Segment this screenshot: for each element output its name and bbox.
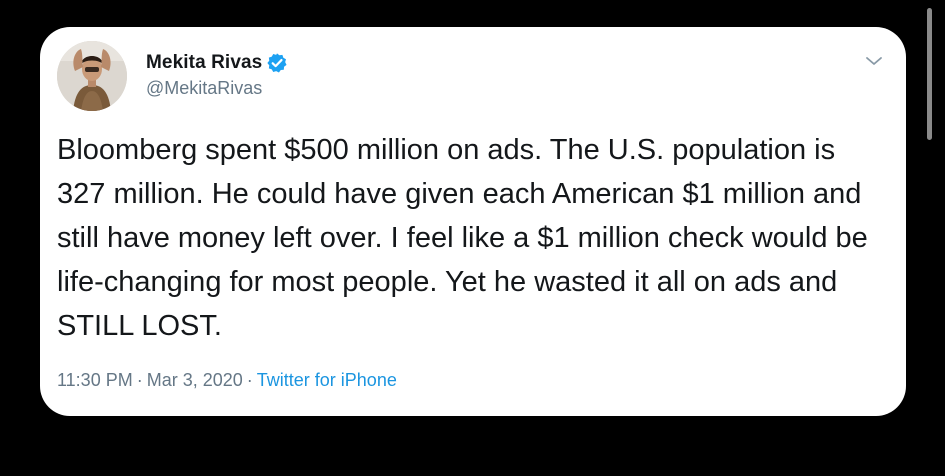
tweet-date[interactable]: Mar 3, 2020 [147,370,243,390]
avatar[interactable] [57,41,127,111]
meta-separator: · [136,370,143,390]
avatar-photo [57,41,127,111]
tweet-source-link[interactable]: Twitter for iPhone [257,370,397,390]
meta-separator: · [246,370,253,390]
scrollbar[interactable] [927,8,932,140]
tweet-card: Mekita Rivas @MekitaRivas Bloomberg spen… [40,27,906,416]
screenshot-frame: Mekita Rivas @MekitaRivas Bloomberg spen… [0,0,945,476]
author-handle[interactable]: @MekitaRivas [146,78,262,99]
chevron-down-icon[interactable] [864,54,884,68]
tweet-time[interactable]: 11:30 PM [57,370,133,390]
author-name-row[interactable]: Mekita Rivas [146,49,288,77]
author-display-name[interactable]: Mekita Rivas [146,52,262,74]
verified-badge-icon [266,52,288,74]
tweet-metadata: 11:30 PM · Mar 3, 2020 · Twitter for iPhone [57,370,397,391]
tweet-text: Bloomberg spent $500 million on ads. The… [57,134,868,342]
